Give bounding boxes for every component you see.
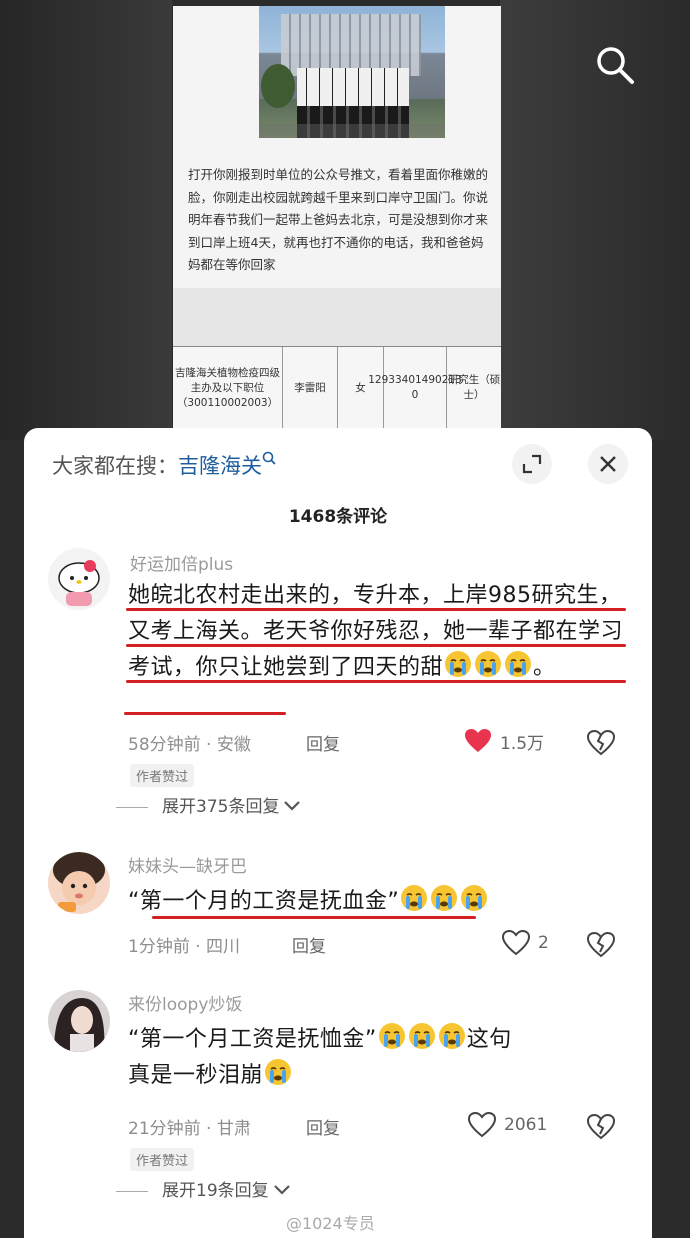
crying-emoji <box>437 1023 467 1052</box>
expand-replies-label: 展开19条回复 <box>162 1181 269 1201</box>
comment-text: 她皖北农村走出来的，专升本，上岸985研究生，又考上海关。老天爷你好残忍，她一辈… <box>128 583 624 680</box>
broken-heart-icon[interactable] <box>586 1112 616 1142</box>
crying-emoji <box>459 885 489 914</box>
like-button[interactable]: 2061 <box>468 1112 547 1138</box>
document-blank-area <box>173 288 501 348</box>
like-count: 2 <box>538 933 549 953</box>
trending-search[interactable]: 大家都在搜：吉隆海关 <box>52 450 278 480</box>
comment-username[interactable]: 来份loopy炒饭 <box>128 990 242 1015</box>
avatar[interactable] <box>48 548 110 610</box>
trending-search-prefix: 大家都在搜： <box>52 454 178 478</box>
broken-heart-icon[interactable] <box>586 930 616 960</box>
chevron-down-icon <box>284 801 301 811</box>
comment-username[interactable]: 好运加倍plus <box>130 550 233 575</box>
author-liked-tag: 作者赞过 <box>130 764 195 787</box>
comment-username[interactable]: 妹妹头—缺牙巴 <box>128 852 247 877</box>
comment-count: 1468条评论 <box>288 507 388 527</box>
heart-icon <box>468 1112 496 1138</box>
comment-time-location: 1分钟前 · 四川 <box>128 937 241 957</box>
author-liked-tag: 作者赞过 <box>130 1148 195 1171</box>
avatar[interactable] <box>48 990 110 1052</box>
comment-time-location: 58分钟前 · 安徽 <box>128 735 251 755</box>
heart-icon <box>465 729 491 752</box>
comment-text: “第一个月工资是抚恤金” 这句 真是一秒泪崩 <box>128 1022 628 1094</box>
background-left <box>0 0 172 440</box>
reply-button[interactable]: 回复 <box>306 730 340 755</box>
table-cell-id: 12933401490213 0 <box>368 347 462 428</box>
red-underline <box>126 608 626 611</box>
expand-icon[interactable] <box>512 444 552 484</box>
comment-text: “第一个月的工资是抚血金” <box>128 884 628 920</box>
crying-emoji <box>377 1023 407 1052</box>
red-underline <box>152 916 476 919</box>
like-count: 1.5万 <box>500 733 545 754</box>
search-small-icon <box>262 451 276 465</box>
table-cell-education: 研究生（硕士） <box>447 374 501 401</box>
comment-time-location: 21分钟前 · 甘肃 <box>128 1119 251 1139</box>
document-paragraph: 打开你刚报到时单位的公众号推文，看着里面你稚嫩的脸，你刚走出校园就跨越千里来到口… <box>188 167 489 272</box>
trending-search-query[interactable]: 吉隆海关 <box>178 454 262 478</box>
crying-emoji <box>429 885 459 914</box>
red-underline <box>124 712 286 715</box>
expand-replies-button[interactable]: 展开19条回复 <box>116 1176 292 1201</box>
crying-emoji <box>407 1023 437 1052</box>
document-image: 打开你刚报到时单位的公众号推文，看着里面你稚嫩的脸，你刚走出校园就跨越千里来到口… <box>173 6 501 428</box>
table-cell-name: 李雷阳 <box>283 347 338 428</box>
crying-emoji <box>263 1059 293 1088</box>
group-photo <box>259 6 445 138</box>
like-button[interactable]: 1.5万 <box>464 728 544 754</box>
comment-sheet: 大家都在搜：吉隆海关 1468条评论 好运加倍plus 她皖北农村走出来的，专升… <box>24 428 652 1238</box>
table-cell-position: 吉隆海关植物检疫四级主办及以下职位（300110002003） <box>173 347 283 428</box>
crying-emoji <box>443 651 473 680</box>
chevron-down-icon <box>273 1185 290 1195</box>
expand-replies-button[interactable]: 展开375条回复 <box>116 792 302 817</box>
red-underline <box>126 644 626 647</box>
reply-button[interactable]: 回复 <box>306 1114 340 1139</box>
close-icon[interactable] <box>588 444 628 484</box>
search-icon[interactable] <box>594 44 636 86</box>
watermark: @1024专员 <box>286 1214 375 1233</box>
like-count: 2061 <box>504 1115 548 1135</box>
reply-button[interactable]: 回复 <box>292 932 326 957</box>
broken-heart-icon[interactable] <box>586 728 616 758</box>
crying-emoji <box>399 885 429 914</box>
crying-emoji <box>473 651 503 680</box>
document-table: 吉隆海关植物检疫四级主办及以下职位（300110002003） 李雷阳 女 12… <box>173 346 501 428</box>
expand-replies-label: 展开375条回复 <box>162 797 280 817</box>
heart-icon <box>502 930 530 956</box>
red-underline <box>126 680 626 683</box>
crying-emoji <box>503 651 533 680</box>
like-button[interactable]: 2 <box>502 930 549 956</box>
avatar[interactable] <box>48 852 110 914</box>
